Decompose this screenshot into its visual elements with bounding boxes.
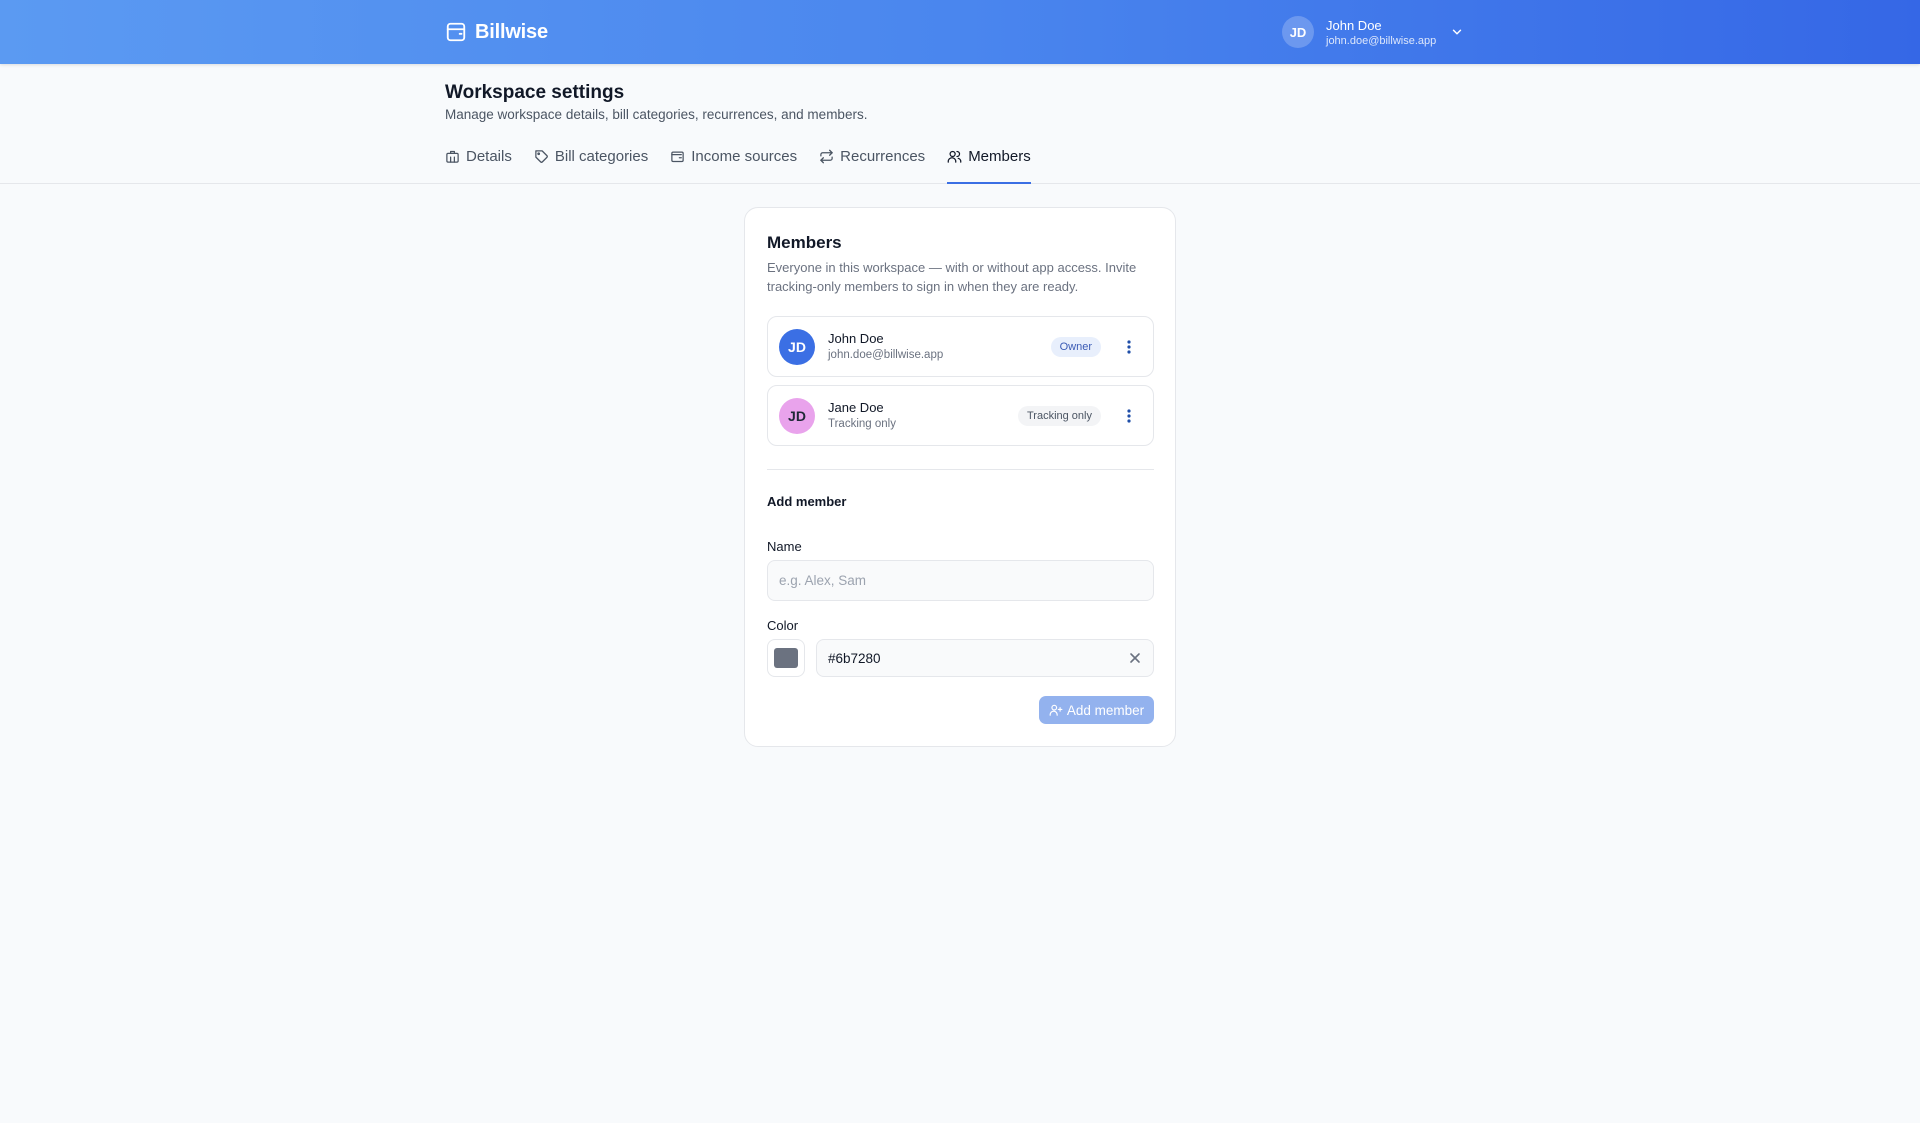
tab-label: Details	[466, 148, 512, 165]
color-swatch-button[interactable]	[767, 639, 805, 677]
owner-badge: Owner	[1050, 337, 1101, 357]
member-name: Jane Doe	[828, 400, 884, 415]
name-input[interactable]	[767, 560, 1154, 601]
tab-details[interactable]: Details	[445, 140, 512, 184]
name-label: Name	[767, 539, 802, 554]
member-row: JD Jane Doe Tracking only Tracking only	[767, 385, 1154, 446]
user-avatar: JD	[1282, 16, 1314, 48]
wallet-logo-icon	[446, 22, 466, 42]
top-bar: Billwise JD John Doe john.doe@billwise.a…	[0, 0, 1920, 64]
avatar: JD	[779, 398, 815, 434]
user-menu[interactable]: JD John Doe john.doe@billwise.app	[1282, 14, 1464, 50]
page-title: Workspace settings	[445, 82, 625, 103]
add-member-heading: Add member	[767, 494, 847, 509]
color-swatch	[774, 648, 798, 668]
tab-label: Income sources	[691, 148, 798, 165]
brand[interactable]: Billwise	[445, 20, 548, 44]
color-label: Color	[767, 618, 799, 633]
user-email: john.doe@billwise.app	[1326, 34, 1437, 47]
tab-bill-categories[interactable]: Bill categories	[534, 140, 648, 184]
card-title: Members	[767, 233, 842, 252]
user-plus-icon	[1049, 704, 1063, 716]
wallet-icon	[671, 151, 684, 163]
tab-label: Bill categories	[554, 148, 649, 165]
tab-label: Recurrences	[840, 148, 926, 165]
user-name: John Doe	[1326, 17, 1382, 33]
tab-label: Members	[968, 148, 1031, 165]
repeat-icon	[820, 149, 833, 164]
add-member-label: Add member	[1066, 702, 1145, 718]
card-description: Everyone in this workspace — with or wit…	[767, 260, 1137, 294]
more-vertical-icon	[1127, 409, 1131, 423]
member-row: JD John Doe john.doe@billwise.app Owner	[767, 316, 1154, 377]
member-name: John Doe	[828, 331, 884, 346]
member-actions-button[interactable]	[1119, 406, 1139, 426]
building-icon	[446, 150, 459, 163]
color-field	[816, 639, 1154, 677]
members-card: Members Everyone in this workspace — wit…	[744, 207, 1176, 747]
tag-icon	[535, 150, 548, 163]
tab-members[interactable]: Members	[947, 140, 1031, 184]
brand-name: Billwise	[475, 20, 548, 43]
member-email: john.doe@billwise.app	[828, 349, 944, 361]
settings-tabs: Details Bill categories Income sources R…	[445, 140, 1031, 184]
color-input[interactable]	[817, 640, 1117, 676]
more-vertical-icon	[1127, 340, 1131, 354]
tab-income-sources[interactable]: Income sources	[670, 140, 797, 184]
member-actions-button[interactable]	[1119, 337, 1139, 357]
add-member-button[interactable]: Add member	[1039, 696, 1154, 724]
users-icon	[947, 150, 962, 163]
chevron-down-icon	[1453, 29, 1462, 35]
page-subtitle: Manage workspace details, bill categorie…	[445, 107, 868, 122]
tab-recurrences[interactable]: Recurrences	[819, 140, 925, 184]
member-status: Tracking only	[828, 418, 896, 430]
section-divider	[767, 469, 1154, 470]
clear-color-button[interactable]	[1127, 650, 1143, 666]
close-icon	[1130, 653, 1140, 663]
avatar: JD	[779, 329, 815, 365]
tracking-only-badge: Tracking only	[1017, 406, 1101, 426]
